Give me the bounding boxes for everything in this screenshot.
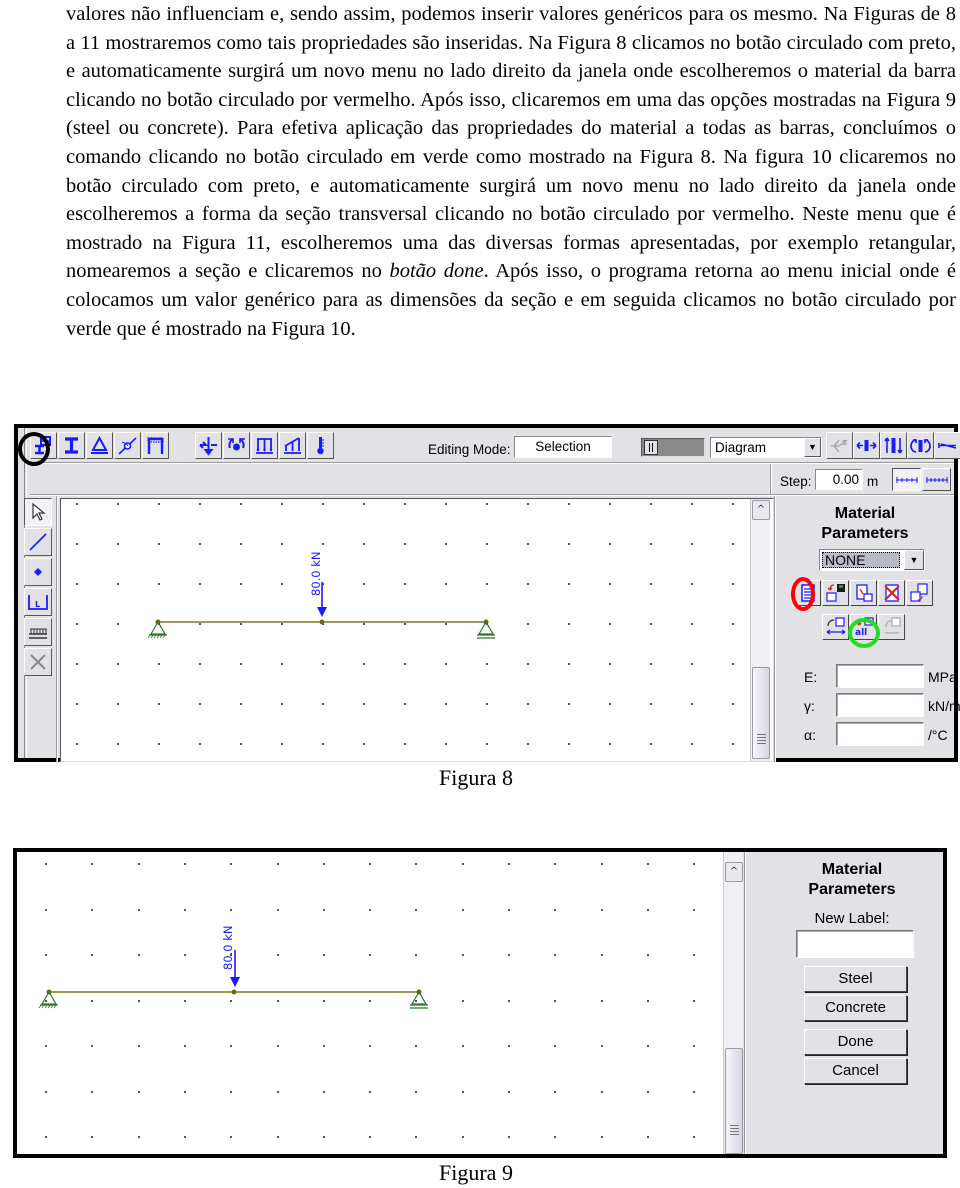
diagram-select-value: Diagram [715,440,767,455]
beam-model: 80.0 kN [38,925,428,1009]
new-label-caption: New Label: [814,910,890,927]
apply-material-icon[interactable] [822,614,849,640]
diagram-select[interactable]: Diagram ▼ [710,437,822,458]
save-material-icon[interactable] [822,580,849,606]
canvas-top-separator [30,494,954,496]
zoom-slider[interactable]: ǀǀ [641,438,705,457]
steel-button[interactable]: Steel [804,966,907,992]
ruler-icon[interactable] [922,468,951,491]
tool-strip-separator [56,496,58,762]
chevron-down-icon[interactable]: ▼ [804,438,821,457]
material-select[interactable]: NONE ▼ [819,549,925,571]
moment-load-icon[interactable] [223,432,250,459]
step-unit: m [867,474,879,489]
linear-load-icon[interactable] [279,432,306,459]
toolbar-separator [30,462,954,464]
draw-node-icon[interactable] [24,558,52,586]
thermal-coef-input[interactable] [836,722,924,746]
main-toolbar: Editing Mode: Selection ǀǀ Diagram ▼ S [30,432,960,462]
field-label-e: E: [804,669,818,685]
paragraph-italic: botão done [389,260,484,283]
figure-9-window: 80.0 kN ^ Material Parameters New Label:… [13,848,947,1158]
edit-material-icon[interactable] [850,580,877,606]
scroll-up-icon[interactable]: ^ [725,862,743,882]
slider-thumb[interactable]: ǀǀ [644,440,658,455]
field-label-alpha: α: [804,727,816,743]
delete-material-icon[interactable] [878,580,905,606]
editing-mode-field[interactable]: Selection [514,436,612,458]
select-arrow-icon[interactable] [24,498,52,526]
draw-bar-icon[interactable] [24,528,52,556]
paragraph-text: valores não influenciam e, sendo assim, … [66,3,956,283]
panel-title-line2: Parameters [808,881,896,898]
copy-material-icon[interactable] [906,580,933,606]
step-input[interactable]: 0.00 [815,469,863,490]
fixed-support-icon[interactable] [24,618,52,646]
uniform-load-icon[interactable] [251,432,278,459]
panel-separator [774,496,776,762]
svg-text:S: S [842,439,847,447]
nodal-load-icon[interactable] [195,432,222,459]
modulus-e-input[interactable] [836,664,924,688]
load-value-label: 80.0 kN [221,925,235,970]
delete-icon[interactable] [24,648,52,676]
frame-icon[interactable] [142,432,169,459]
panel-separator [744,852,746,1154]
panel-title: Material Parameters [790,504,940,544]
beam-model: 80.0 kN [147,551,495,639]
svg-text:all: all [855,628,867,637]
new-material-icon[interactable] [794,580,821,606]
field-unit-gamma: kN/m³ [928,698,960,714]
grid-snap-icon[interactable] [892,468,921,491]
scroll-up-icon[interactable]: ^ [752,500,770,520]
editing-mode-label: Editing Mode: [428,442,511,457]
material-select-value: NONE [822,552,900,568]
panel-title: Material Parameters [777,860,927,900]
section-icon[interactable] [58,432,85,459]
panel-title-line2: Parameters [821,525,909,542]
left-tool-strip: L [24,498,52,678]
drawing-canvas[interactable]: 80.0 kN [17,852,743,1154]
axial-force-icon[interactable] [853,432,880,459]
remove-material-icon[interactable] [878,614,905,640]
load-value-label: 80.0 kN [309,551,323,596]
panel-title-line1: Material [821,861,883,878]
chevron-down-icon[interactable]: ▼ [904,550,924,570]
scroll-thumb[interactable] [725,1048,743,1154]
svg-text:L: L [35,600,40,609]
figure-8-window: Editing Mode: Selection ǀǀ Diagram ▼ S S… [14,424,960,762]
step-separator [770,464,772,494]
support-icon[interactable] [86,432,113,459]
bending-moment-icon[interactable] [907,432,934,459]
beam-node[interactable] [319,619,325,625]
field-unit-e: MPa [928,669,957,685]
hinge-icon[interactable] [114,432,141,459]
temperature-icon[interactable] [307,432,334,459]
concrete-button[interactable]: Concrete [804,995,907,1021]
field-label-gamma: γ: [804,698,815,714]
new-label-input[interactable] [796,930,914,958]
vertical-scrollbar[interactable]: ^ [723,852,743,1154]
done-button[interactable]: Done [804,1029,907,1055]
dimension-icon[interactable]: L [24,588,52,616]
vertical-scrollbar[interactable]: ^ [750,499,770,761]
body-paragraph: valores não influenciam e, sendo assim, … [66,0,956,343]
deformed-shape-icon[interactable]: S [826,432,853,459]
scroll-thumb[interactable] [752,667,770,759]
figure-8-caption: Figura 8 [439,765,513,790]
drawing-canvas[interactable]: 80.0 kN [60,498,774,762]
field-unit-alpha: /°C [928,727,948,743]
apply-all-icon[interactable]: all [850,614,877,640]
beam-node[interactable] [231,989,237,995]
specific-weight-input[interactable] [836,693,924,717]
influence-line-icon[interactable] [934,432,960,459]
panel-title-line1: Material [834,505,896,522]
step-label: Step: [780,474,812,489]
cancel-button[interactable]: Cancel [804,1058,907,1084]
figure-9-caption: Figura 9 [439,1160,513,1185]
shear-force-icon[interactable] [880,432,907,459]
material-icon[interactable] [30,432,57,459]
